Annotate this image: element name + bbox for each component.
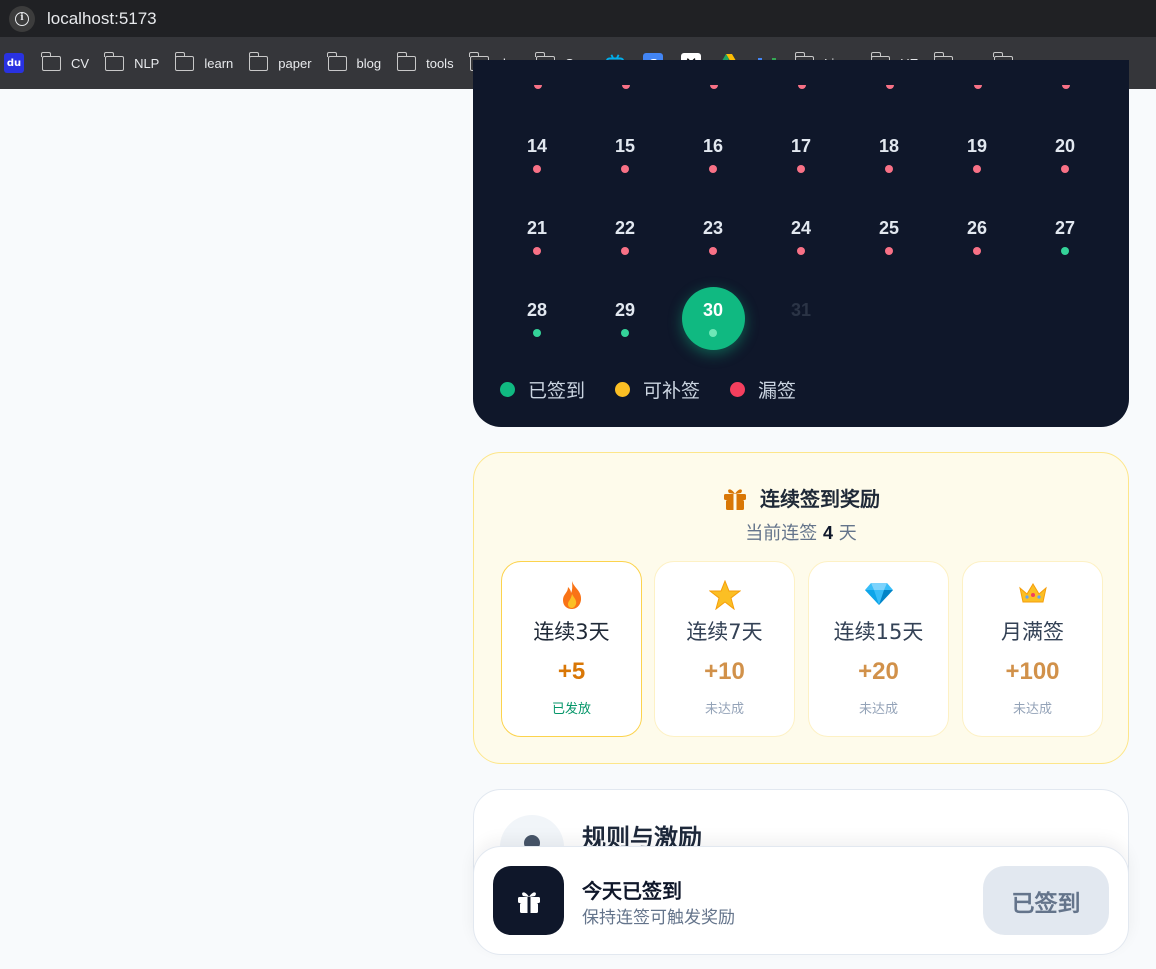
checked-in-button[interactable]: 已签到 [983,866,1109,935]
fire-icon [502,580,641,612]
reward-points: +20 [858,658,899,685]
missed-dot [621,165,629,173]
reward-tier-full-month[interactable]: 月满签 +100 未达成 [962,561,1103,737]
reward-status: 未达成 [858,702,898,717]
current-streak: 当前连签 4 天 [745,523,857,544]
site-info-icon[interactable]: i [9,5,35,32]
folder-icon [174,51,195,71]
calendar-day-today[interactable]: 30 [683,300,743,337]
reward-tier-3-days[interactable]: 连续3天 +5 已发放 [501,561,642,737]
calendar-day[interactable]: 18 [859,136,919,173]
missed-dot [621,247,629,255]
calendar-day[interactable]: 29 [595,300,655,337]
address-bar[interactable]: i localhost:5173 [0,0,1156,37]
calendar-day[interactable]: 28 [507,300,567,337]
missed-dot [973,165,981,173]
checkin-status-bar: 今天已签到 保持连签可触发奖励 已签到 [473,846,1129,955]
crown-icon [963,580,1102,612]
calendar-day[interactable]: 22 [595,218,655,255]
missed-dot [533,247,541,255]
reward-tier-7-days[interactable]: 连续7天 +10 未达成 [654,561,795,737]
legend-dot [500,382,515,397]
calendar-day[interactable]: 27 [1035,218,1095,255]
missed-dot [709,247,717,255]
legend-missed: 漏签 [730,376,796,403]
streak-count: 4 [822,523,833,543]
baidu-icon[interactable]: du [4,53,24,73]
star-icon [655,580,794,612]
streak-rewards-card: 连续签到奖励 当前连签 4 天 连续3天 +5 已发放 连续7天 +10 未达成… [473,452,1129,764]
calendar-day[interactable]: 15 [595,136,655,173]
folder-icon [248,51,269,71]
calendar-day[interactable]: 26 [947,218,1007,255]
reward-status: 已发放 [551,702,591,717]
legend-signed: 已签到 [500,376,585,403]
address-url[interactable]: localhost:5173 [47,9,157,29]
calendar-day[interactable]: 23 [683,218,743,255]
today-dot [709,329,717,337]
calendar-day[interactable]: 24 [771,218,831,255]
calendar-day[interactable]: 19 [947,136,1007,173]
diamond-icon [809,580,948,612]
calendar-day[interactable]: 16 [683,136,743,173]
calendar-day[interactable]: 14 [507,136,567,173]
reward-points: +10 [704,658,745,685]
bookmark-folder-nlp[interactable]: NLP [104,51,159,71]
calendar-day[interactable]: 25 [859,218,919,255]
folder-icon [396,51,417,71]
folder-icon [41,51,61,71]
gift-icon [722,485,748,511]
missed-dot [797,247,805,255]
legend-makeup: 可补签 [615,376,700,403]
missed-dot [709,165,717,173]
signed-dot [1061,247,1069,255]
bookmark-folder-learn[interactable]: learn [174,51,233,71]
calendar-day[interactable]: 20 [1035,136,1095,173]
reward-tier-15-days[interactable]: 连续15天 +20 未达成 [808,561,949,737]
missed-dot [885,247,893,255]
checkin-status-subtitle: 保持连签可触发奖励 [582,908,735,928]
bookmark-folder-blog[interactable]: blog [326,51,381,71]
calendar-legend: 已签到 可补签 漏签 [500,376,826,403]
calendar-day[interactable]: 17 [771,136,831,173]
checkin-status-title: 今天已签到 [582,879,682,903]
reward-status: 未达成 [704,702,744,717]
rewards-title: 连续签到奖励 [760,487,880,511]
folder-icon [326,51,347,71]
legend-dot [730,382,746,397]
gift-icon [493,866,564,935]
rewards-header: 连续签到奖励 [474,483,1128,512]
missed-dot [1061,165,1069,173]
missed-dot [797,165,805,173]
reward-points: +100 [1005,658,1060,685]
bookmark-folder-tools[interactable]: tools [396,51,454,71]
calendar-day-future: 31 [790,300,812,320]
reward-status: 未达成 [1012,702,1052,717]
bookmark-folder-paper[interactable]: paper [248,51,312,71]
bookmark-folder-cv[interactable]: CV [41,51,89,71]
signed-dot [533,329,541,337]
missed-dot [533,165,541,173]
missed-dot [885,165,893,173]
folder-icon [104,51,125,71]
calendar-day[interactable]: 21 [507,218,567,255]
missed-dot [973,247,981,255]
signed-dot [621,329,629,337]
legend-dot [615,382,631,397]
reward-points: +5 [557,658,586,685]
